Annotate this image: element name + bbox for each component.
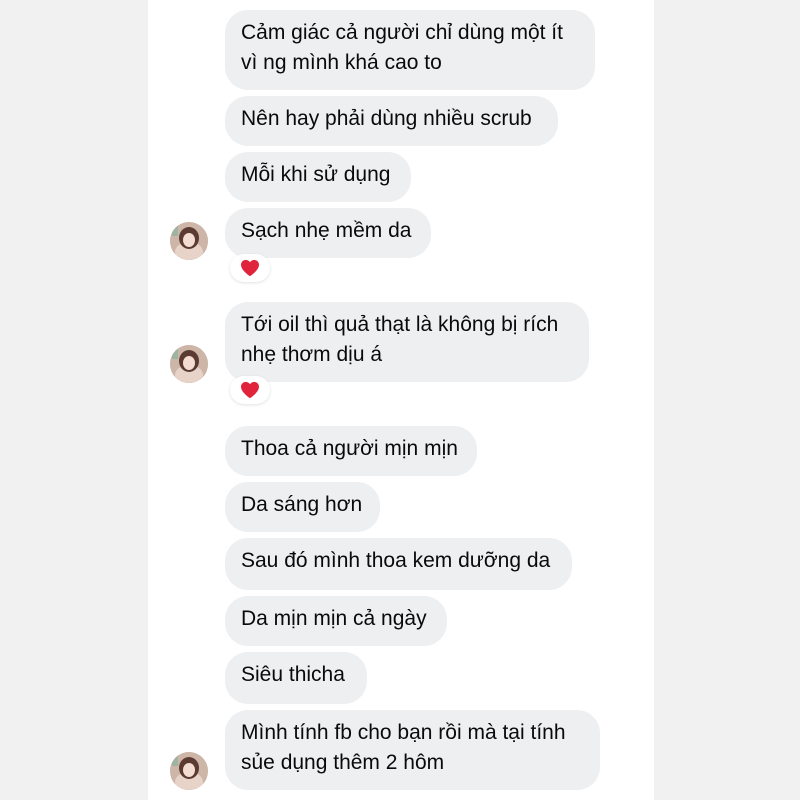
message-bubble[interactable]: Tới oil thì quả thạt là không bị rích nh…	[225, 302, 589, 382]
sender-avatar[interactable]	[170, 752, 208, 790]
message-bubble[interactable]: Da sáng hơn	[225, 482, 380, 532]
heart-icon	[241, 259, 259, 277]
message-bubble[interactable]: Thoa cả người mịn mịn	[225, 426, 477, 476]
message-bubble[interactable]: Cảm giác cả người chỉ dùng một ít vì ng …	[225, 10, 595, 90]
reaction-badge[interactable]	[230, 254, 270, 282]
message-bubble[interactable]: Siêu thicha	[225, 652, 367, 704]
message-bubble[interactable]: Da mịn mịn cả ngày	[225, 596, 447, 646]
sender-avatar[interactable]	[170, 345, 208, 383]
message-bubble[interactable]: Mình tính fb cho bạn rồi mà tại tính sủe…	[225, 710, 600, 790]
reaction-badge[interactable]	[230, 376, 270, 404]
sender-avatar[interactable]	[170, 222, 208, 260]
message-bubble[interactable]: Sạch nhẹ mềm da	[225, 208, 431, 258]
message-bubble[interactable]: Nên hay phải dùng nhiều scrub	[225, 96, 558, 146]
heart-icon	[241, 381, 259, 399]
message-bubble[interactable]: Sau đó mình thoa kem dưỡng da	[225, 538, 572, 590]
message-bubble[interactable]: Mỗi khi sử dụng	[225, 152, 411, 202]
